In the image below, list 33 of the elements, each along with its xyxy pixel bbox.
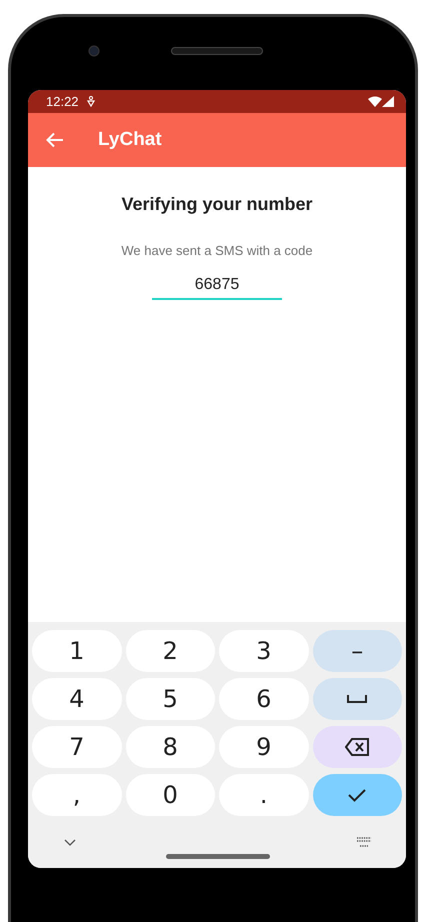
chevron-down-icon	[64, 838, 76, 846]
keyboard-icon	[356, 836, 372, 848]
key[interactable]: 6	[219, 678, 308, 720]
page-heading: Verifying your number	[121, 194, 313, 215]
key[interactable]: 3	[219, 630, 308, 672]
hide-keyboard-button[interactable]	[64, 838, 76, 846]
status-time: 12:22	[46, 94, 79, 109]
home-handle[interactable]	[166, 854, 270, 859]
app-title: LyChat	[98, 129, 162, 151]
key[interactable]: 4	[32, 678, 122, 720]
code-field[interactable]: 66875	[152, 274, 282, 300]
key[interactable]: ,	[32, 774, 122, 816]
signal-icon	[382, 96, 394, 107]
camera-lens	[88, 45, 100, 57]
key[interactable]: 1	[32, 630, 122, 672]
key[interactable]: 9	[219, 726, 308, 768]
keyboard-switch-button[interactable]	[356, 836, 372, 848]
key[interactable]: 7	[32, 726, 122, 768]
key[interactable]: 2	[126, 630, 215, 672]
key[interactable]: 0	[126, 774, 215, 816]
info-text: We have sent a SMS with a code	[121, 243, 313, 258]
back-button[interactable]	[46, 132, 64, 148]
backspace-icon	[345, 738, 370, 756]
check-icon	[348, 788, 366, 802]
notification-icon	[86, 96, 95, 107]
backspace-key[interactable]	[312, 726, 402, 768]
key[interactable]: .	[219, 774, 308, 816]
key[interactable]: 5	[126, 678, 215, 720]
back-arrow-icon	[46, 132, 64, 148]
wifi-icon	[368, 96, 382, 107]
key[interactable]: –	[312, 630, 402, 672]
space-icon	[347, 694, 368, 704]
key[interactable]: 8	[126, 726, 215, 768]
